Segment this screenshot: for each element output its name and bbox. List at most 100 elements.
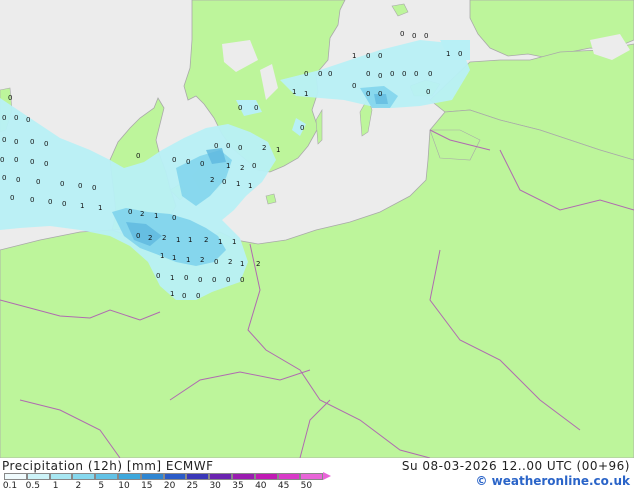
- precip-value-label: 0: [252, 162, 256, 170]
- precip-value-label: 0: [172, 214, 176, 222]
- precip-value-label: 2: [240, 164, 244, 172]
- precip-value-label: 0: [240, 276, 244, 284]
- precip-value-label: 2: [200, 256, 204, 264]
- precip-value-label: 0: [222, 178, 226, 186]
- precip-value-label: 0: [136, 232, 140, 240]
- precip-value-label: 0: [14, 114, 18, 122]
- precip-value-label: 0: [428, 70, 432, 78]
- precip-value-label: 0: [402, 70, 406, 78]
- precip-value-label: 0: [226, 142, 230, 150]
- precip-value-label: 0: [414, 70, 418, 78]
- precip-value-label: 0: [366, 52, 370, 60]
- legend-arrow-icon: [323, 472, 332, 480]
- precip-value-label: 0: [226, 276, 230, 284]
- precip-value-label: 0: [212, 276, 216, 284]
- precip-value-label: 0: [424, 32, 428, 40]
- precip-value-label: 0: [196, 292, 200, 300]
- precip-value-label: 1: [172, 254, 176, 262]
- legend-color-swatch: [95, 473, 118, 480]
- map-footer: Precipitation (12h) [mm] ECMWF Su 08-03-…: [0, 458, 634, 491]
- precip-value-label: 0: [214, 258, 218, 266]
- legend-color-swatch: [232, 473, 255, 480]
- precip-value-label: 0: [78, 182, 82, 190]
- precip-value-label: 1: [236, 180, 240, 188]
- precip-value-label: 1: [176, 236, 180, 244]
- legend-color-swatch: [26, 473, 50, 480]
- precip-value-label: 0: [8, 94, 12, 102]
- precip-value-label: 0: [48, 198, 52, 206]
- precip-value-label: 0: [352, 82, 356, 90]
- precip-value-label: 0: [238, 144, 242, 152]
- precip-value-label: 0: [238, 104, 242, 112]
- legend-color-swatch: [4, 473, 27, 480]
- precip-value-label: 0: [318, 70, 322, 78]
- precip-value-label: 0: [198, 276, 202, 284]
- legend-color-swatch: [72, 473, 96, 480]
- precip-value-label: 1: [232, 238, 236, 246]
- precip-value-label: 1: [160, 252, 164, 260]
- precip-value-label: 2: [210, 176, 214, 184]
- precip-value-label: 0: [400, 30, 404, 38]
- precip-value-label: 0: [300, 124, 304, 132]
- precip-value-label: 1: [218, 238, 222, 246]
- credit-link[interactable]: © weatheronline.co.uk: [475, 474, 630, 488]
- precip-value-label: 1: [276, 146, 280, 154]
- precip-value-label: 0: [2, 114, 6, 122]
- precip-value-label: 0: [16, 176, 20, 184]
- precipitation-map: 00 0 00 0 0 00 0 0 00 0 0 0 0 00 0 0 0 1 1 0 2 1 00 2 2 1 1 2 1 11 1 1 2…: [0, 0, 634, 458]
- precip-value-label: 0: [458, 50, 462, 58]
- precip-value-label: 1: [98, 204, 102, 212]
- precip-value-label: 0: [184, 274, 188, 282]
- precip-value-label: 1: [154, 212, 158, 220]
- precip-value-label: 0: [304, 70, 308, 78]
- precip-value-label: 0: [412, 32, 416, 40]
- precip-value-label: 0: [62, 200, 66, 208]
- precip-value-label: 1: [248, 182, 252, 190]
- precip-value-label: 1: [240, 260, 244, 268]
- precip-value-label: 0: [30, 158, 34, 166]
- map-title: Precipitation (12h) [mm] ECMWF: [2, 459, 214, 473]
- precip-value-label: 0: [426, 88, 430, 96]
- precip-value-label: 2: [256, 260, 260, 268]
- precip-value-label: 1: [170, 290, 174, 298]
- precip-value-label: 0: [92, 184, 96, 192]
- precip-value-label: 0: [2, 136, 6, 144]
- legend-color-swatch: [209, 473, 232, 480]
- legend-color-swatch: [277, 473, 301, 480]
- precip-value-label: 2: [228, 258, 232, 266]
- precip-value-label: 1: [188, 236, 192, 244]
- precip-value-label: 0: [60, 180, 64, 188]
- precip-value-label: 0: [390, 70, 394, 78]
- precip-value-label: 0: [182, 292, 186, 300]
- precip-value-label: 1: [304, 90, 308, 98]
- precip-value-label: 0: [14, 156, 18, 164]
- precip-value-label: 1: [186, 256, 190, 264]
- precip-value-label: 0: [378, 72, 382, 80]
- precip-value-label: 0: [378, 90, 382, 98]
- precip-value-label: 2: [148, 234, 152, 242]
- precip-value-label: 0: [186, 158, 190, 166]
- forecast-timestamp: Su 08-03-2026 12..00 UTC (00+96): [401, 459, 630, 473]
- precip-value-label: 0: [128, 208, 132, 216]
- precip-value-label: 1: [80, 202, 84, 210]
- legend-color-swatch: [49, 473, 73, 480]
- precip-value-label: 1: [226, 162, 230, 170]
- precip-value-label: 1: [170, 274, 174, 282]
- precip-value-label: 0: [44, 160, 48, 168]
- precip-value-label: 0: [200, 160, 204, 168]
- precip-value-label: 0: [136, 152, 140, 160]
- precip-value-label: 0: [30, 138, 34, 146]
- precip-value-label: 0: [10, 194, 14, 202]
- precip-value-label: 0: [378, 52, 382, 60]
- precip-value-label: 1: [446, 50, 450, 58]
- precip-value-label: 0: [44, 140, 48, 148]
- precip-value-label: 0: [366, 90, 370, 98]
- map-view: 0000000000000000000000110210022112111112…: [0, 0, 634, 491]
- precip-value-label: 0: [2, 174, 6, 182]
- precip-value-label: 2: [262, 144, 266, 152]
- precip-value-label: 1: [292, 88, 296, 96]
- precip-value-label: 0: [0, 156, 4, 164]
- precip-value-label: 0: [30, 196, 34, 204]
- legend-color-swatch: [254, 473, 278, 480]
- precip-value-label: 0: [156, 272, 160, 280]
